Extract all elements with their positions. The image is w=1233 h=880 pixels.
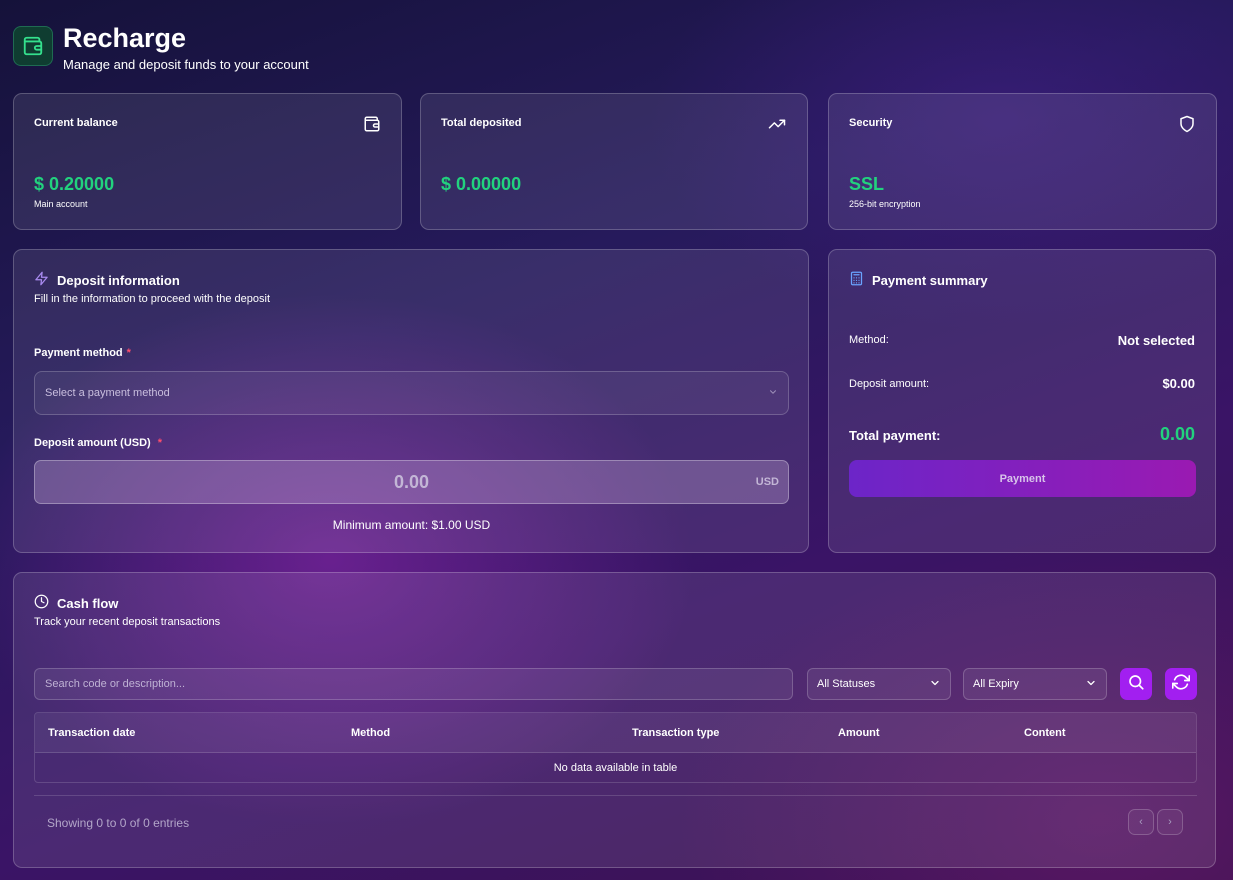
deposit-amount-label: Deposit amount (USD) * xyxy=(34,437,162,449)
trending-up-icon xyxy=(767,115,787,138)
summary-method-value: Not selected xyxy=(1117,333,1195,348)
page-subtitle: Manage and deposit funds to your account xyxy=(63,57,309,72)
deposit-amount-value: 0.00 xyxy=(393,471,430,492)
expiry-filter-select[interactable]: All Expiry xyxy=(963,668,1107,700)
refresh-button[interactable] xyxy=(1165,668,1197,700)
summary-method-label: Method: xyxy=(849,334,889,346)
shield-icon xyxy=(1178,115,1196,138)
wallet-icon xyxy=(363,115,381,138)
section-title: Deposit information xyxy=(34,271,180,289)
chevron-down-icon xyxy=(929,677,941,692)
column-header[interactable]: Amount xyxy=(838,727,880,739)
deposit-subtitle: Fill in the information to proceed with … xyxy=(34,293,271,305)
stat-value: $ 0.00000 xyxy=(441,174,522,194)
stat-label: Security xyxy=(849,117,893,129)
entries-info: Showing 0 to 0 of 0 entries xyxy=(47,816,190,830)
payment-method-select[interactable]: Select a payment method xyxy=(34,371,789,415)
table-empty-row: No data available in table xyxy=(553,762,678,774)
payment-method-label-text: Payment method xyxy=(34,347,123,359)
section-title: Cash flow xyxy=(34,594,118,612)
deposit-amount-label-text: Deposit amount (USD) xyxy=(34,437,151,449)
refresh-icon xyxy=(1171,673,1191,696)
cashflow-title: Cash flow xyxy=(57,595,119,611)
cashflow-subtitle: Track your recent deposit transactions xyxy=(34,616,221,628)
payment-button[interactable]: Payment xyxy=(849,460,1196,497)
payment-method-placeholder: Select a payment method xyxy=(45,387,170,399)
search-button[interactable] xyxy=(1120,668,1152,700)
section-title: Payment summary xyxy=(849,271,988,289)
payment-summary-card: Payment summary Method: Not selected Dep… xyxy=(828,249,1216,553)
column-header[interactable]: Content xyxy=(1024,727,1066,739)
column-header[interactable]: Transaction date xyxy=(48,727,135,739)
deposit-info-card: Deposit information Fill in the informat… xyxy=(13,249,809,553)
search-icon xyxy=(1127,673,1145,696)
required-mark: * xyxy=(157,437,163,449)
page-title: Recharge xyxy=(63,23,187,53)
deposit-amount-input[interactable]: 0.00 USD xyxy=(34,460,789,504)
summary-amount-value: $0.00 xyxy=(1162,376,1195,391)
summary-total-label: Total payment: xyxy=(849,428,941,443)
current-balance-card: Current balance $ 0.20000 Main account xyxy=(13,93,402,230)
deposit-amount-unit: USD xyxy=(755,476,779,488)
wallet-icon xyxy=(13,26,53,66)
cash-flow-card: Cash flow Track your recent deposit tran… xyxy=(13,572,1216,868)
column-header[interactable]: Method xyxy=(351,727,390,739)
summary-amount-label: Deposit amount: xyxy=(849,378,930,390)
column-header[interactable]: Transaction type xyxy=(632,727,719,739)
table-header: Transaction date Method Transaction type… xyxy=(35,713,1196,753)
security-card: Security SSL 256-bit encryption xyxy=(828,93,1217,230)
clock-icon xyxy=(34,594,57,612)
status-filter-value: All Statuses xyxy=(817,678,876,690)
stat-value: SSL xyxy=(849,174,885,194)
prev-page-button[interactable]: ‹ xyxy=(1128,809,1154,835)
divider xyxy=(34,795,1197,796)
stat-value: $ 0.20000 xyxy=(34,174,115,194)
status-filter-select[interactable]: All Statuses xyxy=(807,668,951,700)
page-header: Recharge Manage and deposit funds to you… xyxy=(13,22,309,72)
calculator-icon xyxy=(849,271,872,289)
transaction-search-input[interactable] xyxy=(34,668,793,700)
summary-title: Payment summary xyxy=(872,272,988,288)
minimum-amount-note: Minimum amount: $1.00 USD xyxy=(332,518,491,532)
summary-total-value: 0.00 xyxy=(1159,424,1195,444)
stat-sub: 256-bit encryption xyxy=(849,199,921,209)
zap-icon xyxy=(34,271,57,289)
transactions-table: Transaction date Method Transaction type… xyxy=(34,712,1197,783)
chevron-down-icon xyxy=(768,387,778,400)
required-mark: * xyxy=(126,347,131,359)
deposit-title: Deposit information xyxy=(57,272,180,288)
chevron-down-icon xyxy=(1085,677,1097,692)
total-deposited-card: Total deposited $ 0.00000 xyxy=(420,93,808,230)
stat-label: Current balance xyxy=(34,117,118,129)
stat-sub: Main account xyxy=(34,199,88,209)
payment-method-label: Payment method * xyxy=(34,347,131,359)
expiry-filter-value: All Expiry xyxy=(973,678,1019,690)
stat-label: Total deposited xyxy=(441,117,522,129)
next-page-button[interactable]: › xyxy=(1157,809,1183,835)
